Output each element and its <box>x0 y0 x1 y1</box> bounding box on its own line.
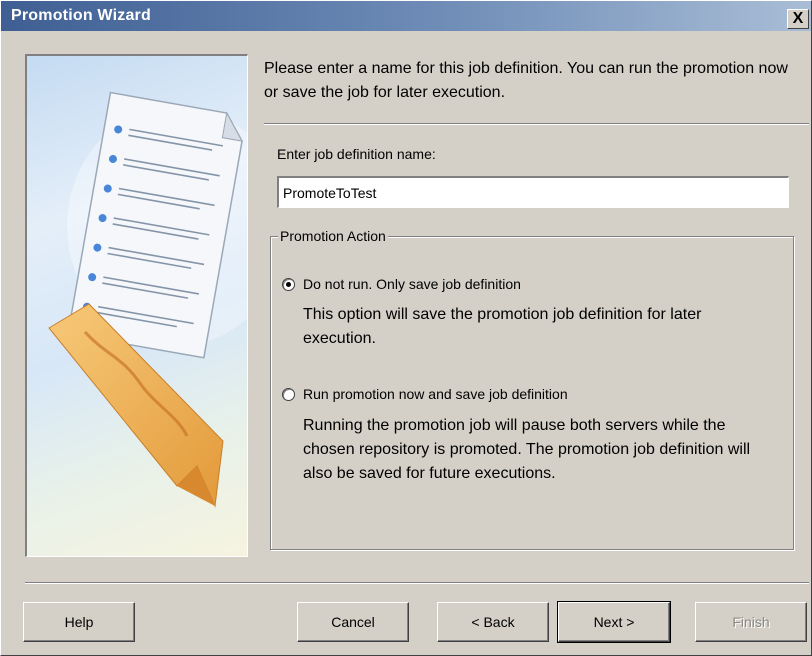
help-button[interactable]: Help <box>23 602 135 642</box>
radio-unchecked-icon[interactable] <box>282 388 295 401</box>
job-name-label: Enter job definition name: <box>277 146 436 162</box>
radio-run-now[interactable]: Run promotion now and save job definitio… <box>282 386 568 402</box>
title-bar[interactable]: Promotion Wizard X <box>1 1 811 31</box>
back-button[interactable]: < Back <box>437 602 549 642</box>
next-button[interactable]: Next > <box>557 601 671 643</box>
radio-do-not-run-description: This option will save the promotion job … <box>303 306 702 347</box>
radio-run-now-description: Running the promotion job will pause bot… <box>303 417 751 482</box>
cancel-button[interactable]: Cancel <box>297 602 409 642</box>
window-title: Promotion Wizard <box>11 7 151 24</box>
top-separator <box>264 123 809 125</box>
document-with-bookmark-illustration <box>48 91 247 508</box>
promotion-action-legend: Promotion Action <box>278 228 388 244</box>
radio-do-not-run-label: Do not run. Only save job definition <box>303 276 521 292</box>
close-icon: X <box>792 10 804 27</box>
promotion-wizard-dialog: Promotion Wizard X Please enter a name f… <box>0 0 812 656</box>
radio-do-not-run[interactable]: Do not run. Only save job definition <box>282 276 521 292</box>
radio-checked-icon[interactable] <box>282 278 295 291</box>
close-button[interactable]: X <box>787 9 809 29</box>
job-name-input[interactable] <box>277 176 789 208</box>
bottom-separator <box>25 582 809 584</box>
intro-text: Please enter a name for this job definit… <box>264 60 788 101</box>
radio-run-now-label: Run promotion now and save job definitio… <box>303 386 568 402</box>
wizard-illustration <box>25 54 248 557</box>
finish-button: Finish <box>695 602 807 642</box>
